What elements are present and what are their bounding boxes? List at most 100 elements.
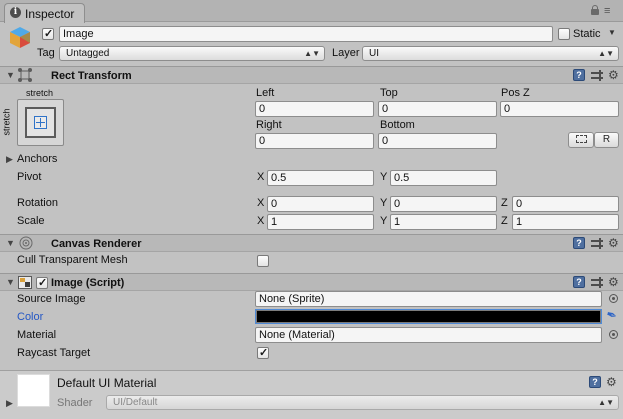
rotation-y-label: Y [380,197,388,209]
preset-icon[interactable] [591,70,603,81]
posz-label: Pos Z [501,87,530,99]
anchors-fold-icon[interactable]: ▶ [6,154,13,165]
object-name-input[interactable]: Image [59,26,553,42]
help-icon[interactable]: ? [573,276,585,288]
scale-x-input[interactable]: 1 [267,214,374,230]
object-picker-icon[interactable] [609,294,618,303]
rotation-z-label: Z [501,197,508,209]
rotation-x-label: X [257,197,265,209]
tab-bar: i Inspector ≡ [0,0,623,23]
color-swatch[interactable] [255,309,602,324]
rotation-z-input[interactable]: 0 [512,196,619,212]
layer-dropdown[interactable]: UI ▲▼ [362,46,619,61]
scale-x-label: X [257,215,265,227]
raw-edit-button[interactable]: R [594,132,619,148]
scale-z-label: Z [501,215,508,227]
cull-transparent-mesh-checkbox[interactable] [257,255,269,267]
stretch-top-label: stretch [26,88,54,98]
help-icon[interactable]: ? [573,237,585,249]
fold-arrow-icon[interactable]: ▼ [6,70,15,80]
shader-value: UI/Default [113,397,158,408]
updown-arrow-icon: ▲▼ [598,398,614,407]
active-checkbox[interactable] [42,27,54,40]
tag-label: Tag [37,47,55,59]
color-label: Color [17,311,44,323]
fold-arrow-icon[interactable]: ▼ [6,238,15,248]
canvas-renderer-title: Canvas Renderer [51,238,142,250]
cull-transparent-mesh-label: Cull Transparent Mesh [17,254,128,266]
raycast-target-label: Raycast Target [17,347,91,359]
right-label: Right [256,119,282,131]
info-icon: i [10,7,21,18]
preset-icon[interactable] [591,277,603,288]
image-script-icon [18,276,32,289]
updown-arrow-icon: ▲▼ [304,49,320,58]
shader-dropdown: UI/Default ▲▼ [106,395,619,410]
material-fold-icon[interactable]: ▶ [6,398,13,409]
static-label: Static [573,28,601,40]
pivot-label: Pivot [17,171,42,183]
anchors-label[interactable]: Anchors [17,153,57,165]
updown-arrow-icon: ▲▼ [598,49,614,58]
right-input[interactable]: 0 [255,133,374,149]
static-dropdown-arrow[interactable]: ▼ [608,28,616,37]
stretch-arrows-icon [34,116,47,129]
help-icon[interactable]: ? [573,69,585,81]
material-preview [17,374,50,407]
layer-label: Layer [332,47,360,59]
fold-arrow-icon[interactable]: ▼ [6,277,15,287]
pivot-y-input[interactable]: 0.5 [390,170,497,186]
scale-y-input[interactable]: 1 [390,214,497,230]
gear-icon[interactable]: ⚙ [606,376,620,388]
scale-z-input[interactable]: 1 [512,214,619,230]
shader-label: Shader [57,397,93,409]
rotation-x-input[interactable]: 0 [267,196,374,212]
gameobject-cube-icon [8,25,32,49]
menu-icon[interactable]: ≡ [604,6,616,17]
top-input[interactable]: 0 [378,101,497,117]
gear-icon[interactable]: ⚙ [608,69,622,81]
dashed-rect-icon [575,135,587,144]
gear-icon[interactable]: ⚙ [608,237,622,249]
image-enabled-checkbox[interactable] [36,276,48,289]
top-label: Top [380,87,398,99]
source-image-label: Source Image [17,293,86,305]
object-picker-icon[interactable] [609,330,618,339]
material-label: Material [17,329,57,341]
rotation-label: Rotation [17,197,58,209]
rect-transform-icon [17,67,33,83]
source-image-field[interactable]: None (Sprite) [255,291,602,307]
material-name: Default UI Material [57,376,157,390]
pivot-y-label: Y [380,171,388,183]
eyedropper-icon[interactable]: ✒ [604,306,622,325]
raycast-target-checkbox[interactable] [257,346,269,359]
left-input[interactable]: 0 [255,101,374,117]
pivot-x-label: X [257,171,265,183]
bottom-input[interactable]: 0 [378,133,497,149]
canvas-renderer-icon [18,236,34,250]
material-field[interactable]: None (Material) [255,327,602,343]
scale-y-label: Y [380,215,388,227]
tag-dropdown[interactable]: Untagged ▲▼ [59,46,325,61]
left-label: Left [256,87,275,99]
help-icon[interactable]: ? [589,376,601,388]
anchor-presets-button[interactable] [17,99,64,146]
anchor-frame [25,107,56,138]
rect-transform-title: Rect Transform [51,70,132,82]
layer-value: UI [369,48,379,59]
bottom-label: Bottom [380,119,415,131]
scale-label: Scale [17,215,45,227]
tag-value: Untagged [66,48,110,59]
stretch-side-label: stretch [1,108,12,136]
static-checkbox[interactable] [558,28,570,40]
tab-label: Inspector [25,7,75,21]
image-script-title: Image (Script) [51,277,125,289]
posz-input[interactable]: 0 [500,101,619,117]
blueprint-mode-button[interactable] [568,132,594,148]
pivot-x-input[interactable]: 0.5 [267,170,374,186]
preset-icon[interactable] [591,238,603,249]
rotation-y-input[interactable]: 0 [390,196,497,212]
gear-icon[interactable]: ⚙ [608,276,622,288]
lock-icon[interactable] [591,5,599,15]
tab-inspector[interactable]: i Inspector [4,3,85,23]
